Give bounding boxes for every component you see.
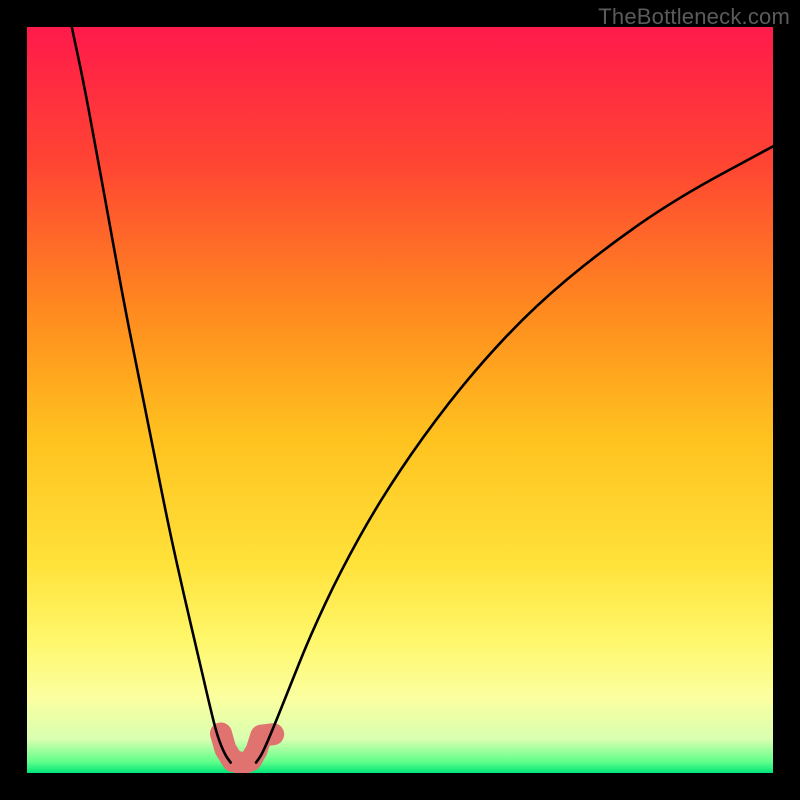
bottleneck-curve — [72, 27, 773, 763]
watermark-label: TheBottleneck.com — [598, 4, 790, 30]
chart-area — [27, 27, 773, 773]
curve-layer — [27, 27, 773, 773]
series-left-branch — [72, 27, 231, 763]
outer-frame: TheBottleneck.com — [0, 0, 800, 800]
series-right-branch — [256, 146, 773, 762]
